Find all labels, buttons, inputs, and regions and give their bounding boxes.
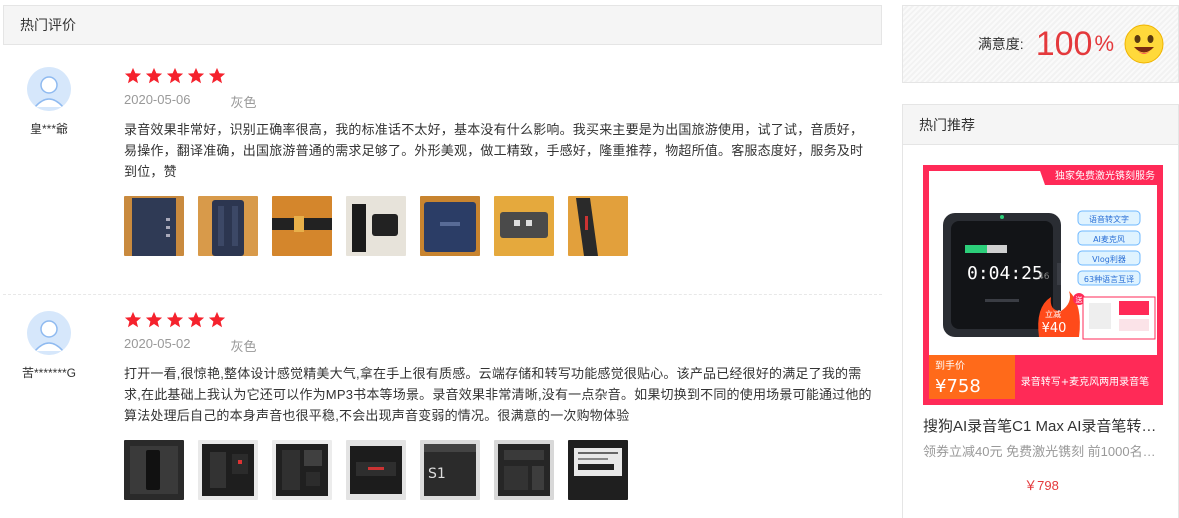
review-photo-thumbnail[interactable] [198,196,258,256]
review-photo-thumbnail[interactable] [124,440,184,500]
reviewer-name: 皇***爺 [29,122,68,136]
satisfaction-box: 满意度: 100 % [902,5,1179,83]
user-avatar-icon [27,311,71,355]
review-photo-thumbnail[interactable] [272,196,332,256]
rating-stars [124,67,874,85]
reviewer: 苦*******G [3,311,95,381]
review-content: 2020-05-06 灰色 录音效果非常好，识别正确率很高，我的标准话不太好，基… [124,67,874,256]
product-tag: Vlog利器 [1092,254,1126,264]
satisfaction-value: 100 [1035,24,1093,63]
avatar[interactable] [27,67,71,111]
review-photos: S1 [124,440,874,500]
review-date: 2020-05-02 [124,336,191,351]
review-photo-thumbnail[interactable] [272,440,332,500]
review-photo-thumbnail[interactable] [568,440,628,500]
review-meta: 2020-05-06 灰色 [124,92,874,111]
star-icon [187,67,205,84]
product-banner-text: 独家免费激光镌刻服务 [1055,169,1155,182]
recommendation-title: 热门推荐 [919,116,975,133]
product-discount-value: ¥40 [1042,321,1067,336]
satisfaction-label: 满意度: [977,36,1024,52]
product-screen-time: 0:04:25 [967,263,1043,284]
review-item: 皇***爺 2020-05-06 灰色 录音效果非常好，识别正确率很高，我的标准… [3,59,882,295]
star-icon [208,311,226,328]
review-variant: 灰色 [230,95,257,110]
smiley-face-icon [1124,24,1164,64]
rating-stars [124,311,874,329]
product-price-label: 到手价 [935,359,965,372]
product-tag: 63种语言互译 [1084,274,1134,284]
product-screen-seconds: 46 [1038,272,1050,282]
product-price-big: ¥758 [935,376,981,397]
reviews-section-title: 热门评价 [20,17,76,33]
star-icon [124,67,142,84]
review-photo-thumbnail[interactable] [494,196,554,256]
sidebar: 满意度: 100 % 热门推荐 独家免费激光镌刻服务 0:04:25 46 语音… [902,5,1179,518]
product-tag: AI麦克风 [1093,234,1125,244]
product-tag: 语音转文字 [1089,214,1129,224]
avatar[interactable] [27,311,71,355]
review-photo-thumbnail[interactable] [420,196,480,256]
star-icon [124,311,142,328]
star-icon [166,311,184,328]
reviews-section-header: 热门评价 [3,5,882,45]
star-icon [145,67,163,84]
product-description: 领券立减40元 免费激光镌刻 前1000名赠品 [923,444,1163,459]
review-photo-thumbnail[interactable] [346,440,406,500]
product-discount-top: 立减 [1045,309,1061,319]
review-photo-thumbnail[interactable] [494,440,554,500]
review-photo-thumbnail[interactable] [198,440,258,500]
reviewer: 皇***爺 [3,67,95,137]
product-title-link[interactable]: 搜狗AI录音笔C1 Max AI录音笔转写笔（高配版） [923,415,1163,436]
product-image[interactable]: 独家免费激光镌刻服务 0:04:25 46 语音转文字 AI麦克风 Vlog利器 [923,165,1163,405]
review-content: 2020-05-02 灰色 打开一看,很惊艳,整体设计感觉精美大气,拿在手上很有… [124,311,874,500]
review-item: 苦*******G 2020-05-02 灰色 打开一看,很惊艳,整体设计感觉精… [3,303,882,513]
star-icon [208,67,226,84]
recommendation-panel: 热门推荐 独家免费激光镌刻服务 0:04:25 46 语音转文字 AI麦克风 V… [902,104,1179,518]
review-photo-thumbnail[interactable] [568,196,628,256]
svg-text:S1: S1 [428,466,446,482]
review-text: 录音效果非常好，识别正确率很高，我的标准话不太好，基本没有什么影响。我买来主要是… [124,122,864,179]
review-meta: 2020-05-02 灰色 [124,336,874,355]
product-price: ￥798 [1024,478,1059,493]
user-avatar-icon [27,67,71,111]
review-photo-thumbnail[interactable] [346,196,406,256]
star-icon [145,311,163,328]
review-date: 2020-05-06 [124,92,191,107]
review-text: 打开一看,很惊艳,整体设计感觉精美大气,拿在手上很有质感。云端存储和转写功能感觉… [124,366,872,423]
reviews-panel: 热门评价 皇***爺 2020-05-06 灰色 录音效果非常好，识别正确率很高… [3,5,882,518]
review-photo-thumbnail[interactable]: S1 [420,440,480,500]
recommendation-header: 热门推荐 [903,105,1178,145]
product-gift-label: 送 [1076,295,1083,304]
reviewer-name: 苦*******G [21,366,77,380]
review-photo-thumbnail[interactable] [124,196,184,256]
satisfaction-unit: % [1094,31,1114,56]
star-icon [166,67,184,84]
product-footer-slogan: 录音转写+麦克风两用录音笔 [1021,375,1149,388]
star-icon [187,311,205,328]
review-photos [124,196,874,256]
review-variant: 灰色 [230,339,257,354]
